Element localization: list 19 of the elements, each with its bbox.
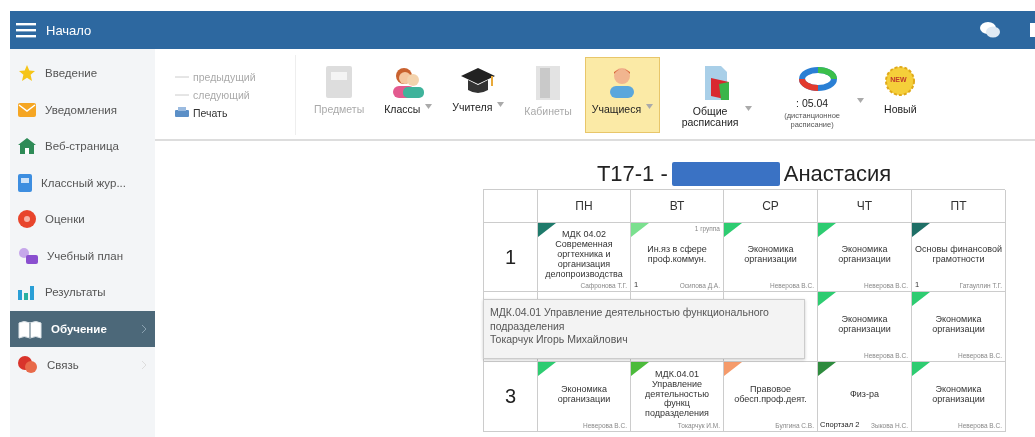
subject-text: Физ-ра (850, 389, 879, 400)
subject-text: Экономика организации (837, 314, 892, 335)
subject-text: Экономика организации (743, 245, 798, 265)
timetable-title: T17-1 - (596, 161, 668, 187)
tooltip-text: Токарчук Игорь Михайлович (490, 333, 629, 347)
subject-text: Экономика организации (931, 314, 986, 335)
subject-text: Правовое обесп.проф.деят. (733, 384, 808, 405)
subject-text: МДК 04.02 Современная оргтехника и организация делопроизводства (544, 230, 624, 280)
period-cell: 1 (484, 223, 538, 292)
tooltip-text: МДК.04.01 Управление деятельностью функционального подразделения (490, 306, 770, 334)
subject-text: Экономика организации (556, 384, 612, 405)
subject-text: Ин.яз в сфере проф.коммун. (646, 245, 708, 265)
header-title: Начало (46, 22, 93, 38)
period-cell: 3 (484, 362, 538, 432)
subject-text: МДК.04.01 Управление деятельностью функц подразделения (644, 369, 710, 420)
subject-text: Экономика организации (931, 384, 986, 405)
subject-text: Основы финансовой грамотности (915, 245, 1002, 265)
timetable-title: Анастасия (783, 161, 892, 187)
subject-text: Экономика организации (837, 245, 892, 265)
